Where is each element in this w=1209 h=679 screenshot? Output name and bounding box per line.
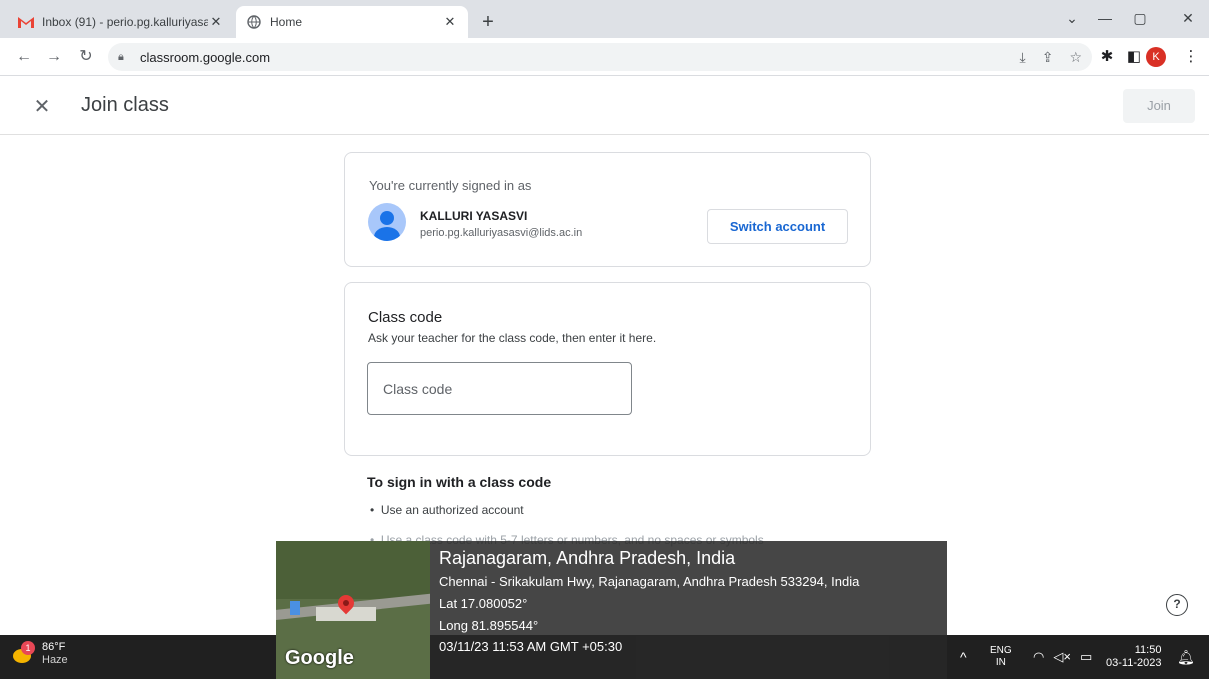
user-email: perio.pg.kalluriyasasvi@lids.ac.in [420,227,583,239]
profile-avatar[interactable]: K [1146,47,1166,67]
class-code-card: Class code Ask your teacher for the clas… [344,282,871,456]
class-code-description: Ask your teacher for the class code, the… [368,331,657,345]
user-name: KALLURI YASASVI [420,209,528,223]
class-code-title: Class code [368,309,443,326]
map-brand: Google [285,647,354,669]
geotag-place: Rajanagaram, Andhra Pradesh, India [439,548,736,568]
page-title: Join class [81,94,169,116]
gmail-icon [18,14,34,30]
new-tab-icon[interactable]: + [474,8,502,36]
lock-icon: 🔒︎ [118,50,124,63]
address-bar[interactable]: 🔒︎ classroom.google.com ⤓ ⇪ ☆ [108,43,1092,71]
tab-title: Inbox (91) - perio.pg.kalluriyasasvi@lid… [42,15,208,29]
forward-icon[interactable]: → [40,43,68,71]
share-icon[interactable]: ⇪ [1042,49,1054,66]
url-text: classroom.google.com [140,49,271,65]
weather-widget[interactable]: 1 86°F Haze [10,641,68,667]
geotag-timestamp: 03/11/23 11:53 AM GMT +05:30 [439,639,623,654]
tab-home[interactable]: Home ✕ [236,6,468,38]
instructions-title: To sign in with a class code [367,474,552,490]
clock-time: 11:50 [1134,644,1162,656]
volume-muted-icon: ◁× [1053,649,1071,664]
clock[interactable]: 11:50 03-11-2023 [1106,635,1161,679]
restore-icon[interactable]: ▢ [1126,4,1154,32]
switch-account-button[interactable]: Switch account [707,209,848,244]
notification-bell-icon[interactable]: 🔔︎ [1177,635,1195,679]
tab-close-icon[interactable]: ✕ [208,14,224,30]
join-button[interactable]: Join [1123,89,1195,123]
battery-icon: ▭ [1079,649,1093,664]
geotag-address: Chennai - Srikakulam Hwy, Rajanagaram, A… [439,574,860,589]
instruction-text: Use an authorized account [380,503,524,517]
extensions-icon[interactable]: ✱ [1093,43,1121,71]
tab-close-icon[interactable]: ✕ [442,14,458,30]
install-icon[interactable]: ⤓ [1020,49,1026,66]
signed-in-label: You're currently signed in as [369,178,532,193]
system-tray-icons[interactable]: ◠ ◁× ▭ [1033,635,1092,679]
lang-line2: IN [995,657,1006,668]
close-icon[interactable]: ✕ [28,93,56,121]
back-icon[interactable]: ← [10,43,38,71]
tab-inbox[interactable]: Inbox (91) - perio.pg.kalluriyasasvi@lid… [8,6,234,38]
weather-temp: 86°F [42,641,66,653]
geotag-latitude: Lat 17.080052° [439,596,528,611]
tab-search-icon[interactable]: ⌄ [1058,4,1086,32]
weather-condition: Haze [42,654,68,666]
class-code-input[interactable] [367,362,632,415]
window-close-icon[interactable]: ✕ [1174,4,1202,32]
browser-toolbar: ← → ↻ 🔒︎ classroom.google.com ⤓ ⇪ ☆ ✱ ◧ … [0,38,1209,76]
wifi-icon: ◠ [1033,649,1045,664]
signed-in-card: You're currently signed in as KALLURI YA… [344,152,871,267]
weather-badge: 1 [21,641,35,655]
lang-line1: ENG [990,645,1012,656]
tab-title: Home [270,15,303,29]
clock-date: 03-11-2023 [1106,657,1162,669]
browser-tab-strip: Inbox (91) - perio.pg.kalluriyasasvi@lid… [0,0,1209,38]
list-item: • Use an authorized account [370,503,524,517]
minimize-icon[interactable]: — [1091,4,1119,32]
tray-overflow-icon[interactable]: ^ [960,635,967,679]
weather-sun-icon: 1 [10,641,36,667]
avatar [368,203,406,241]
bookmark-star-icon[interactable]: ☆ [1069,49,1082,66]
reload-icon[interactable]: ↻ [72,43,100,71]
geotag-overlay: Google Rajanagaram, Andhra Pradesh, Indi… [276,541,947,679]
side-panel-icon[interactable]: ◧ [1120,43,1148,71]
map-thumbnail: Google [276,541,430,679]
geotag-longitude: Long 81.895544° [439,618,539,633]
menu-kebab-icon[interactable]: ⋮ [1177,43,1205,71]
language-indicator[interactable]: ENG IN [990,635,1012,679]
globe-icon [246,14,262,30]
app-header: ✕ Join class Join [0,77,1209,135]
help-icon[interactable]: ? [1166,594,1188,616]
